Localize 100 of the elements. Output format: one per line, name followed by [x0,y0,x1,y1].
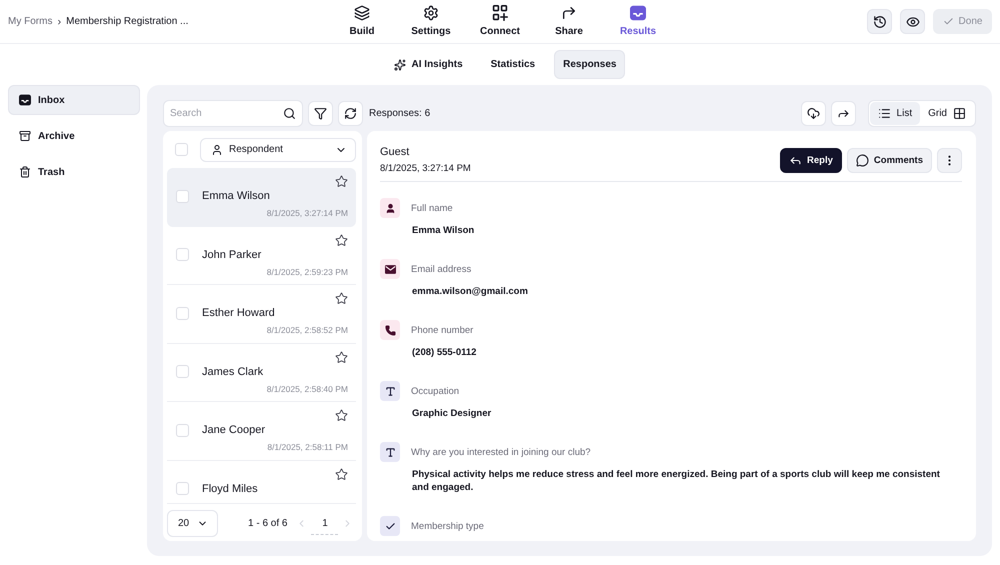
text-icon [380,442,400,462]
refresh-icon [344,107,357,120]
nav-tab[interactable]: Results [604,0,672,43]
filter-icon [314,107,327,120]
respondent-name: Guest [380,145,410,159]
response-row[interactable]: Jane Cooper 8/1/2025, 2:58:11 PM [167,402,356,460]
response-row[interactable]: John Parker 8/1/2025, 2:59:23 PM [167,226,356,285]
nav-tab[interactable]: Connect [466,0,534,43]
reply-button[interactable]: Reply [780,148,842,173]
respondent-name: John Parker [202,248,262,260]
row-checkbox[interactable] [176,248,189,261]
phone-icon [380,320,400,340]
envelope-icon [380,259,400,279]
speech-bubble-icon [856,154,869,167]
layers-icon [354,5,370,21]
arrow-icon [561,5,577,21]
response-row[interactable]: Floyd Miles [167,460,356,504]
star-icon[interactable] [335,175,348,188]
nav-tab[interactable]: Share [534,0,604,43]
history-button[interactable] [867,9,892,34]
preview-button[interactable] [900,9,925,34]
subsection-tab[interactable]: Responses [554,50,626,79]
response-time: 8/1/2025, 2:58:40 PM [266,384,348,394]
subsection-tab[interactable]: AI Insights [384,50,472,79]
response-count: Responses: 6 [369,108,430,119]
inbox-icon [19,94,31,106]
refresh-button[interactable] [338,101,363,126]
inbox-icon [630,5,646,21]
field-value: Emma Wilson [412,224,474,237]
star-icon[interactable] [335,409,348,422]
select-all-checkbox[interactable] [175,143,188,156]
check-icon [942,16,954,27]
download-button[interactable] [800,101,826,126]
list-icon [878,107,891,120]
star-icon[interactable] [335,234,348,246]
response-time: 8/1/2025, 2:58:52 PM [266,325,348,335]
field-value: (208) 555-0112 [412,346,476,359]
forward-arrow-icon [836,107,850,120]
response-time: 8/1/2025, 3:27:14 PM [266,208,348,218]
nav-tab[interactable]: Build [328,0,396,43]
respondent-name: Emma Wilson [202,190,270,202]
field-value: Physical activity helps me reduce stress and feel more energized. Being part of a sports club will keep me consistent and engaged. [412,468,941,494]
star-icon[interactable] [335,468,348,480]
response-time: 8/1/2025, 2:58:11 PM [267,442,348,452]
sidebar-item[interactable]: Trash [8,157,140,187]
response-row[interactable]: Emma Wilson 8/1/2025, 3:27:14 PM [167,168,356,226]
respondent-dropdown[interactable]: Respondent [200,138,356,162]
trash-icon [19,166,31,178]
field-label: Membership type [411,520,484,532]
response-row[interactable]: James Clark 8/1/2025, 2:58:40 PM [167,344,356,402]
page-field[interactable]: 1 [311,512,338,534]
field-label: Occupation [411,386,460,396]
row-checkbox[interactable] [176,365,189,378]
respondent-name: Floyd Miles [202,482,258,494]
comments-button[interactable]: Comments [846,148,932,173]
sidebar-item[interactable]: Archive [8,121,140,151]
nav-tab[interactable]: Settings [396,0,466,43]
subsection-tab[interactable]: Statistics [482,50,544,79]
search-field[interactable]: Search [163,100,303,127]
star-icon[interactable] [335,292,348,305]
row-checkbox[interactable] [176,424,189,436]
row-checkbox[interactable] [176,306,189,320]
breadcrumb-separator: › [57,16,62,28]
person-icon [380,198,400,218]
gear-icon [423,5,439,21]
view-tab[interactable]: Grid [920,102,974,125]
field-label: Why are you interested in joining our club? [411,446,591,458]
star-icon[interactable] [335,350,348,364]
page-size-select[interactable]: 20 [167,510,218,537]
check-icon [380,516,400,536]
form-title: Membership Registration ... [66,16,188,27]
eye-icon [906,14,920,28]
respondent-name: Jane Cooper [202,424,265,436]
respondent-name: Esther Howard [202,307,275,319]
archive-icon [19,130,31,142]
history-icon [872,14,886,28]
sidebar-item[interactable]: Inbox [8,85,140,115]
respondent-name: James Clark [202,366,264,378]
breadcrumb-link[interactable]: My Forms [8,16,52,27]
field-value: emma.wilson@gmail.com [412,285,528,298]
grid-icon [953,107,966,120]
search-icon [283,107,296,120]
text-icon [380,381,400,401]
response-time: 8/1/2025, 2:59:23 PM [266,266,348,276]
blocks-icon [492,5,508,21]
row-checkbox[interactable] [176,482,189,495]
filter-button[interactable] [308,101,333,126]
field-label: Email address [411,264,472,274]
view-tab[interactable]: List [870,102,920,125]
reply-icon [789,154,802,167]
page-range: 1 - 6 of 6 [248,518,288,529]
response-row[interactable]: Esther Howard 8/1/2025, 2:58:52 PM [167,285,356,344]
submitted-time: 8/1/2025, 3:27:14 PM [380,162,471,176]
row-checkbox[interactable] [176,190,189,202]
field-label: Phone number [411,324,474,336]
sparkles-icon [394,58,406,70]
share-button[interactable] [830,101,856,126]
person-icon [211,144,223,156]
cloud-download-icon [806,107,820,120]
field-value: Graphic Designer [412,407,492,420]
